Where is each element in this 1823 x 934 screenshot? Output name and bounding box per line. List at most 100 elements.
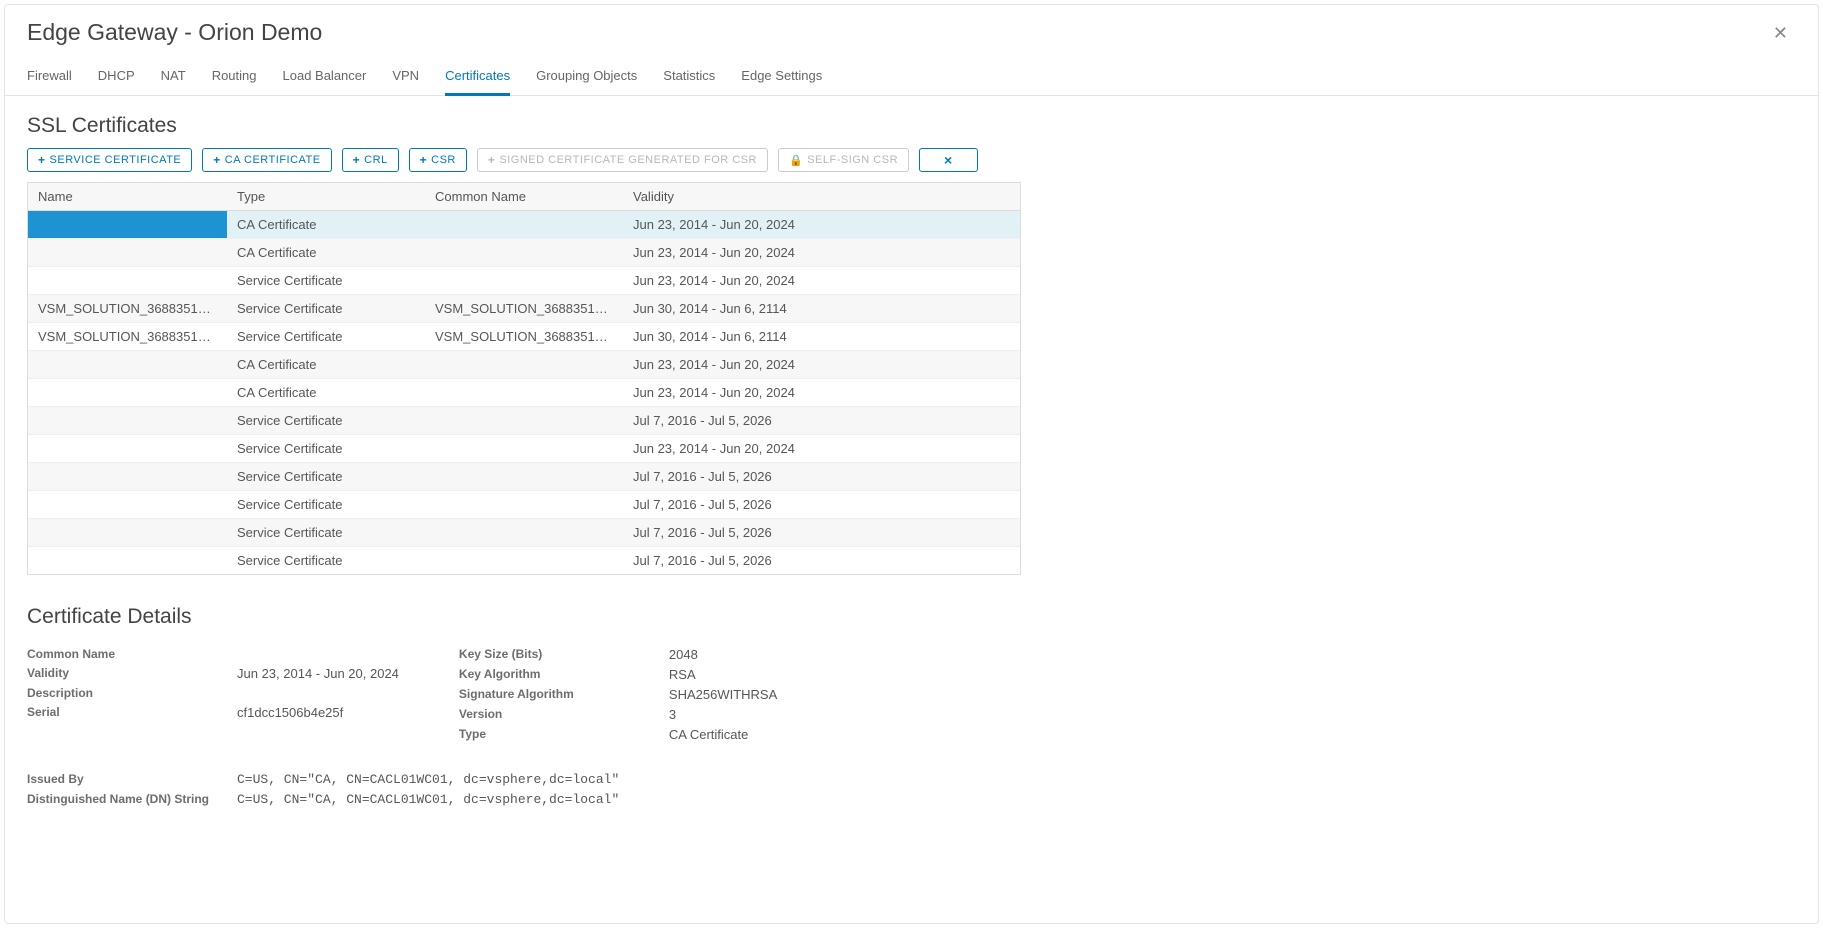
plus-icon: + bbox=[353, 153, 361, 167]
cell-name bbox=[28, 435, 227, 462]
tab-nat[interactable]: NAT bbox=[161, 62, 186, 95]
table-header-row: Name Type Common Name Validity bbox=[28, 183, 1020, 211]
cell-name bbox=[28, 519, 227, 546]
table-row[interactable]: VSM_SOLUTION_36883519-a24c...Service Cer… bbox=[28, 295, 1020, 323]
issued-by-value: C=US, CN="CA, CN=CACL01WC01, dc=vsphere,… bbox=[237, 772, 1796, 787]
cell-common-name bbox=[425, 547, 623, 574]
cell-common-name bbox=[425, 407, 623, 434]
cell-name: VSM_SOLUTION_36883519-a24c... bbox=[28, 323, 227, 350]
cell-validity: Jul 7, 2016 - Jul 5, 2026 bbox=[623, 519, 1020, 546]
tab-statistics[interactable]: Statistics bbox=[663, 62, 715, 95]
signature-algorithm-label: Signature Algorithm bbox=[459, 687, 669, 702]
table-row[interactable]: Service Certificate Jul 7, 2016 - Jul 5, … bbox=[28, 519, 1020, 547]
cell-common-name bbox=[425, 519, 623, 546]
cell-common-name bbox=[425, 267, 623, 294]
cell-validity: Jul 7, 2016 - Jul 5, 2026 bbox=[623, 463, 1020, 490]
version-label: Version bbox=[459, 707, 669, 722]
cell-name bbox=[28, 547, 227, 574]
column-header-validity[interactable]: Validity bbox=[623, 183, 1020, 210]
close-button[interactable]: ✕ bbox=[1765, 20, 1796, 46]
cell-common-name bbox=[425, 211, 623, 238]
tab-certificates[interactable]: Certificates bbox=[445, 62, 510, 96]
table-row[interactable]: Service Certificate Jun 23, 2014 - Jun 20… bbox=[28, 435, 1020, 463]
cell-common-name bbox=[425, 239, 623, 266]
cell-validity: Jul 7, 2016 - Jul 5, 2026 bbox=[623, 491, 1020, 518]
table-row[interactable]: CA Certificate Jun 23, 2014 - Jun 20, 202… bbox=[28, 379, 1020, 407]
cell-validity: Jun 23, 2014 - Jun 20, 2024 bbox=[623, 435, 1020, 462]
table-row[interactable]: CA CertificateJun 23, 2014 - Jun 20, 202… bbox=[28, 211, 1020, 239]
plus-icon: + bbox=[213, 153, 221, 167]
tab-grouping-objects[interactable]: Grouping Objects bbox=[536, 62, 637, 95]
x-icon: × bbox=[944, 153, 953, 167]
cell-name bbox=[28, 267, 227, 294]
cell-name bbox=[28, 407, 227, 434]
add-crl-button[interactable]: + CRL bbox=[342, 148, 399, 172]
cell-validity: Jun 23, 2014 - Jun 20, 2024 bbox=[623, 379, 1020, 406]
description-label: Description bbox=[27, 686, 237, 700]
cell-validity: Jun 23, 2014 - Jun 20, 2024 bbox=[623, 239, 1020, 266]
cell-name bbox=[28, 351, 227, 378]
tab-routing[interactable]: Routing bbox=[212, 62, 257, 95]
cell-name bbox=[28, 379, 227, 406]
common-name-label: Common Name bbox=[27, 647, 237, 661]
cell-type: CA Certificate bbox=[227, 379, 425, 406]
cell-validity: Jul 7, 2016 - Jul 5, 2026 bbox=[623, 547, 1020, 574]
close-icon: ✕ bbox=[1773, 23, 1788, 43]
cell-type: Service Certificate bbox=[227, 295, 425, 322]
tab-vpn[interactable]: VPN bbox=[392, 62, 419, 95]
type-value: CA Certificate bbox=[669, 727, 777, 742]
table-row[interactable]: CA Certificate Jun 23, 2014 - Jun 20, 202… bbox=[28, 239, 1020, 267]
column-header-common-name[interactable]: Common Name bbox=[425, 183, 623, 210]
content-body: SSL Certificates + SERVICE CERTIFICATE +… bbox=[5, 96, 1818, 825]
cell-validity: Jun 30, 2014 - Jun 6, 2114 bbox=[623, 323, 1020, 350]
add-csr-button[interactable]: + CSR bbox=[409, 148, 467, 172]
cell-validity: Jul 7, 2016 - Jul 5, 2026 bbox=[623, 407, 1020, 434]
cell-name bbox=[28, 463, 227, 490]
column-header-type[interactable]: Type bbox=[227, 183, 425, 210]
ssl-section-title: SSL Certificates bbox=[27, 114, 1796, 138]
cell-validity: Jun 23, 2014 - Jun 20, 2024 bbox=[623, 267, 1020, 294]
signed-for-csr-button: + SIGNED CERTIFICATE GENERATED FOR CSR bbox=[477, 148, 768, 172]
cell-common-name bbox=[425, 379, 623, 406]
cell-type: Service Certificate bbox=[227, 435, 425, 462]
table-row[interactable]: Service CertificateJun 23, 2014 - Jun 20… bbox=[28, 267, 1020, 295]
table-row[interactable]: CA Certificate Jun 23, 2014 - Jun 20, 202… bbox=[28, 351, 1020, 379]
lock-icon: 🔒 bbox=[789, 154, 803, 167]
cell-type: Service Certificate bbox=[227, 519, 425, 546]
button-label: SERVICE CERTIFICATE bbox=[50, 154, 182, 166]
add-ca-certificate-button[interactable]: + CA CERTIFICATE bbox=[202, 148, 331, 172]
cell-type: Service Certificate bbox=[227, 407, 425, 434]
cell-type: CA Certificate bbox=[227, 351, 425, 378]
table-row[interactable]: Service CertificateJul 7, 2016 - Jul 5, … bbox=[28, 547, 1020, 574]
plus-icon: + bbox=[488, 153, 496, 167]
tab-load-balancer[interactable]: Load Balancer bbox=[283, 62, 367, 95]
key-size-value: 2048 bbox=[669, 647, 777, 662]
key-algorithm-label: Key Algorithm bbox=[459, 667, 669, 682]
plus-icon: + bbox=[38, 153, 46, 167]
details-grid: Common Name Validity Jun 23, 2014 - Jun … bbox=[27, 647, 1796, 742]
column-header-name[interactable]: Name bbox=[28, 183, 227, 210]
table-row[interactable]: Service Certificate Jul 7, 2016 - Jul 5, … bbox=[28, 407, 1020, 435]
table-row[interactable]: VSM_SOLUTION_36883519-a24c...Service Cer… bbox=[28, 323, 1020, 351]
tab-firewall[interactable]: Firewall bbox=[27, 62, 72, 95]
tab-dhcp[interactable]: DHCP bbox=[98, 62, 135, 95]
delete-button[interactable]: × bbox=[919, 148, 978, 172]
validity-label: Validity bbox=[27, 666, 237, 681]
table-row[interactable]: Service Certificate Jul 7, 2016 - Jul 5, … bbox=[28, 491, 1020, 519]
cell-type: Service Certificate bbox=[227, 463, 425, 490]
tab-edge-settings[interactable]: Edge Settings bbox=[741, 62, 822, 95]
issued-by-label: Issued By bbox=[27, 772, 237, 787]
button-label: SELF-SIGN CSR bbox=[807, 154, 898, 166]
cell-type: Service Certificate bbox=[227, 491, 425, 518]
table-row[interactable]: Service Certificate Jul 7, 2016 - Jul 5, … bbox=[28, 463, 1020, 491]
cell-common-name bbox=[425, 435, 623, 462]
modal-frame: Edge Gateway - Orion Demo ✕ Firewall DHCP… bbox=[4, 4, 1819, 924]
cell-name bbox=[28, 211, 227, 238]
cell-type: CA Certificate bbox=[227, 239, 425, 266]
cell-common-name: VSM_SOLUTION_36883519-a24c... bbox=[425, 295, 623, 322]
page-title: Edge Gateway - Orion Demo bbox=[27, 19, 322, 46]
details-right-column: Key Size (Bits) 2048 Key Algorithm RSA S… bbox=[459, 647, 777, 742]
button-label: CA CERTIFICATE bbox=[225, 154, 321, 166]
add-service-certificate-button[interactable]: + SERVICE CERTIFICATE bbox=[27, 148, 192, 172]
cell-validity: Jun 23, 2014 - Jun 20, 2024 bbox=[623, 351, 1020, 378]
